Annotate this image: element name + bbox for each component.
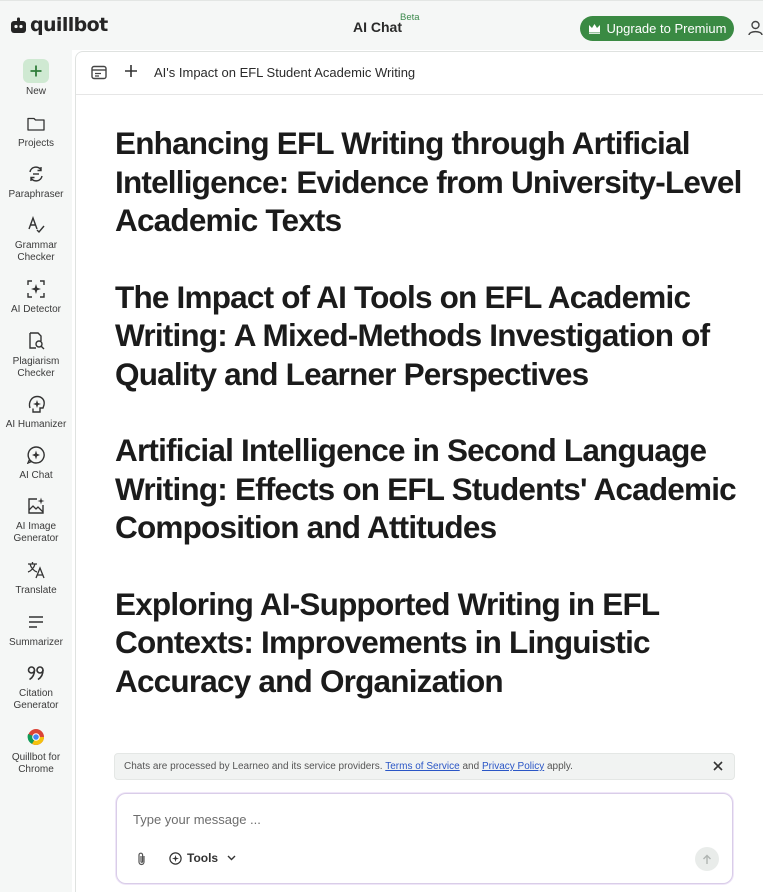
sidebar-item-ai-humanizer[interactable]: AI Humanizer	[0, 392, 72, 431]
upgrade-button[interactable]: Upgrade to Premium	[580, 16, 734, 41]
close-icon[interactable]	[713, 761, 723, 771]
upgrade-label: Upgrade to Premium	[606, 21, 727, 36]
sidebar-item-label: Citation Generator	[13, 688, 59, 711]
citation-icon	[27, 666, 44, 681]
page-title: AI Chat	[353, 19, 402, 35]
sidebar-item-label: AI Chat	[19, 470, 53, 481]
privacy-notice: Chats are processed by Learneo and its s…	[114, 753, 735, 780]
notice-text: Chats are processed by Learneo and its s…	[124, 761, 383, 772]
sidebar-item-paraphraser[interactable]: Paraphraser	[0, 162, 72, 201]
notice-suffix-text: apply.	[547, 761, 573, 772]
arrow-up-icon	[703, 854, 711, 864]
sidebar-item-quillbot-for-chrome[interactable]: Quillbot for Chrome	[0, 725, 72, 776]
sidebar-item-translate[interactable]: Translate	[0, 558, 72, 597]
paraphraser-icon	[29, 166, 43, 182]
tools-label: Tools	[187, 851, 219, 865]
tools-spark-icon	[169, 851, 182, 865]
chat-history-icon[interactable]	[91, 65, 107, 80]
send-button[interactable]	[695, 847, 719, 871]
paperclip-icon[interactable]	[137, 852, 147, 866]
chat-panel: AI's Impact on EFL Student Academic Writ…	[75, 51, 763, 892]
sidebar-item-ai-detector[interactable]: AI Detector	[0, 277, 72, 316]
privacy-policy-link[interactable]: Privacy Policy	[482, 761, 544, 772]
sidebar-item-new[interactable]: New	[0, 59, 72, 98]
response-heading: Enhancing EFL Writing through Artificial…	[115, 125, 742, 238]
chat-header: AI's Impact on EFL Student Academic Writ…	[76, 52, 763, 95]
plagiarism-icon	[29, 332, 45, 350]
plus-icon	[23, 59, 49, 83]
grammar-check-icon	[28, 216, 45, 234]
message-input[interactable]: Type your message ...	[133, 812, 261, 827]
tools-dropdown[interactable]: Tools	[169, 851, 236, 865]
ai-chat-icon	[27, 446, 45, 464]
summarizer-icon	[29, 616, 43, 628]
response-heading: The Impact of AI Tools on EFL Academic W…	[115, 278, 710, 392]
sidebar-item-summarizer[interactable]: Summarizer	[0, 610, 72, 649]
brand-name: quillbot	[30, 14, 108, 36]
sidebar-item-ai-chat[interactable]: AI Chat	[0, 443, 72, 482]
folder-icon	[27, 117, 45, 131]
sidebar-item-label: Translate	[15, 585, 57, 596]
sidebar-item-grammar-checker[interactable]: Grammar Checker	[0, 213, 72, 264]
top-bar: quillbot AI Chat Beta Upgrade to Premium	[0, 0, 763, 50]
chat-title: AI's Impact on EFL Student Academic Writ…	[154, 65, 416, 80]
terms-of-service-link[interactable]: Terms of Service	[385, 761, 459, 772]
notice-and-text: and	[462, 761, 480, 772]
new-chat-plus-icon[interactable]	[124, 64, 138, 78]
response-heading: Exploring AI-Supported Writing in EFL Co…	[115, 585, 660, 699]
sidebar-item-ai-image-generator[interactable]: AI Image Generator	[0, 494, 72, 545]
image-generator-icon	[28, 497, 45, 514]
sidebar-item-label: Summarizer	[9, 637, 63, 648]
humanizer-icon	[28, 395, 45, 413]
crown-icon	[588, 24, 600, 34]
chat-messages: Enhancing EFL Writing through Artificial…	[115, 124, 755, 738]
sidebar-item-citation-generator[interactable]: Citation Generator	[0, 661, 72, 712]
sidebar: New Projects Paraphraser Grammar Checker…	[0, 50, 72, 892]
sidebar-item-plagiarism-checker[interactable]: Plagiarism Checker	[0, 329, 72, 380]
quillbot-logo-icon	[11, 17, 26, 33]
translate-icon	[27, 562, 45, 579]
sidebar-item-label: Quillbot for Chrome	[11, 752, 61, 775]
beta-badge: Beta	[400, 12, 420, 23]
user-icon[interactable]	[748, 20, 763, 36]
response-heading: Artificial Intelligence in Second Langua…	[115, 432, 737, 545]
sidebar-item-label: Grammar Checker	[14, 240, 58, 263]
sidebar-item-label: Plagiarism Checker	[12, 356, 60, 379]
sidebar-item-projects[interactable]: Projects	[0, 111, 72, 150]
sidebar-item-label: New	[25, 86, 46, 97]
quillbot-logo[interactable]: quillbot	[10, 14, 108, 36]
chrome-icon	[27, 729, 44, 745]
sidebar-item-label: AI Humanizer	[5, 419, 67, 430]
message-composer: Type your message ... Tools	[116, 793, 733, 884]
sidebar-item-label: AI Image Generator	[13, 521, 59, 544]
chevron-down-icon	[227, 855, 236, 861]
ai-detector-icon	[27, 280, 45, 298]
sidebar-item-label: AI Detector	[10, 304, 62, 315]
sidebar-item-label: Paraphraser	[8, 189, 64, 200]
sidebar-item-label: Projects	[17, 138, 55, 149]
